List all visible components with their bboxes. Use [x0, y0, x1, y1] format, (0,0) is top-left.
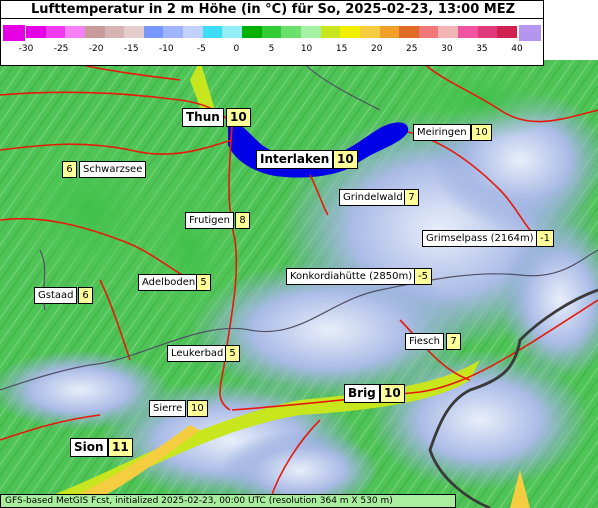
scale-low-end	[3, 25, 25, 41]
station-name-label: Gstaad	[34, 287, 78, 304]
scale-swatch	[84, 26, 106, 38]
scale-swatch	[281, 26, 302, 38]
scale-tick-label: 0	[233, 44, 240, 54]
station-name-label: Schwarzsee	[79, 161, 147, 178]
scale-swatch	[163, 26, 184, 38]
station-name-label: Meiringen	[413, 124, 471, 141]
station-temperature-value: 6	[62, 161, 77, 178]
station-temperature-value: 10	[226, 108, 251, 127]
station-temperature-value: 10	[380, 384, 405, 403]
station-name-label: Konkordiahütte (2850m)	[286, 268, 417, 285]
station-name-label: Sion	[70, 438, 108, 457]
station-temperature-value: 10	[333, 150, 358, 169]
station-temperature-value: 7	[404, 189, 419, 206]
scale-swatch	[202, 26, 223, 38]
station-temperature-value: 8	[235, 212, 250, 229]
station-name-label: Leukerbad	[167, 345, 228, 362]
temperature-color-scale: -30 -25 -20 -15 -10 -5 0 5 10 15 20 25 30 35 40	[0, 19, 544, 66]
station-name-label: Fiesch	[405, 333, 445, 350]
scale-swatch	[242, 26, 263, 38]
scale-swatch	[399, 26, 420, 38]
station-name-label: Interlaken	[256, 150, 334, 169]
scale-swatch	[45, 26, 66, 38]
scale-swatch	[143, 26, 164, 38]
station-name-label: Frutigen	[185, 212, 235, 229]
station-temperature-value: -5	[414, 268, 432, 285]
scale-tick-label: -5	[196, 44, 206, 54]
map-title: Lufttemperatur in 2 m Höhe (in °C) für S…	[31, 2, 516, 17]
station-temperature-value: 11	[108, 438, 133, 457]
scale-swatch	[124, 26, 145, 38]
scale-swatch	[65, 26, 86, 38]
scale-tick-label: -10	[158, 44, 174, 54]
scale-swatch	[438, 26, 459, 38]
title-bar: Lufttemperatur in 2 m Höhe (in °C) für S…	[0, 0, 544, 19]
footer-note: GFS-based MetGIS Fcst, initialized 2025-…	[0, 494, 456, 508]
station-name-label: Sierre	[149, 400, 187, 417]
station-temperature-value: 6	[78, 287, 93, 304]
scale-tick-label: -25	[53, 44, 69, 54]
station-temperature-value: 7	[446, 333, 461, 350]
scale-swatch	[379, 26, 400, 38]
scale-swatch	[300, 26, 322, 38]
temperature-map: Lufttemperatur in 2 m Höhe (in °C) für S…	[0, 0, 598, 508]
scale-swatch	[340, 26, 361, 38]
scale-tick-label: 10	[300, 44, 313, 54]
station-temperature-value: -1	[536, 230, 554, 247]
scale-tick-label: 15	[335, 44, 348, 54]
scale-tick-label: -15	[123, 44, 139, 54]
station-name-label: Grindelwald	[339, 189, 407, 206]
station-name-label: Adelboden	[138, 274, 200, 291]
station-temperature-value: 10	[187, 400, 208, 417]
scale-tick-label: 40	[511, 44, 523, 54]
scale-swatch	[222, 26, 243, 38]
scale-high-end	[519, 25, 541, 41]
scale-tick-label: 35	[476, 44, 488, 54]
scale-swatch	[26, 26, 47, 38]
station-name-label: Brig	[344, 384, 380, 403]
scale-tick-label: 25	[406, 44, 418, 54]
scale-swatch	[320, 26, 341, 38]
scale-swatch	[183, 26, 204, 38]
scale-tick-label: -30	[18, 44, 34, 54]
scale-tick-label: 20	[370, 44, 383, 54]
scale-swatch	[477, 26, 498, 38]
terrain-layer	[0, 59, 598, 508]
scale-swatch	[359, 26, 380, 38]
station-temperature-value: 5	[196, 274, 211, 291]
scale-swatch	[497, 26, 518, 38]
scale-tick-label: 30	[441, 44, 453, 54]
scale-swatch	[104, 26, 125, 38]
scale-swatch	[418, 26, 439, 38]
scale-swatch	[261, 26, 282, 38]
scale-tick-label: -20	[88, 44, 104, 54]
station-temperature-value: 10	[471, 124, 492, 141]
scale-tick-label: 5	[268, 44, 275, 54]
station-temperature-value: 5	[225, 345, 240, 362]
station-name-label: Grimselpass (2164m)	[422, 230, 538, 247]
scale-swatch	[458, 26, 479, 38]
station-name-label: Thun	[182, 108, 224, 127]
